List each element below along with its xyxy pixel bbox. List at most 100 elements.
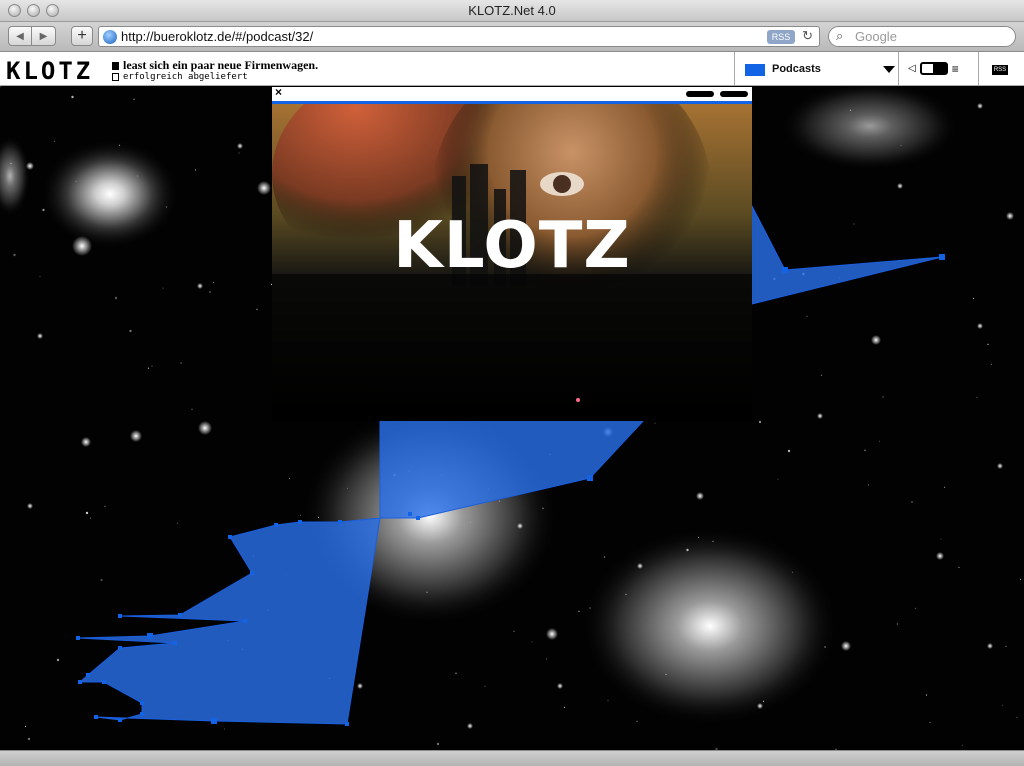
star xyxy=(75,180,77,182)
reload-icon[interactable]: ↻ xyxy=(802,28,813,44)
star xyxy=(936,552,944,560)
star xyxy=(484,685,486,687)
close-icon[interactable]: × xyxy=(275,85,282,99)
window-title: KLOTZ.Net 4.0 xyxy=(468,3,556,18)
star xyxy=(469,521,472,523)
polygon-node[interactable] xyxy=(298,520,302,524)
star xyxy=(299,514,302,516)
polygon-node[interactable] xyxy=(76,636,80,640)
star xyxy=(13,253,16,257)
polygon-node[interactable] xyxy=(118,718,122,722)
polygon-node[interactable] xyxy=(587,475,593,481)
next-button[interactable] xyxy=(720,91,748,97)
star xyxy=(542,507,544,509)
star xyxy=(114,296,118,300)
polygon-node[interactable] xyxy=(118,614,122,618)
star xyxy=(820,374,823,376)
search-field[interactable]: ⌕ Google xyxy=(828,26,1016,47)
rss-button[interactable]: RSS xyxy=(767,30,795,44)
star xyxy=(436,742,440,746)
plus-icon: + xyxy=(77,27,87,44)
polygon-node[interactable] xyxy=(147,633,153,639)
polygon-node[interactable] xyxy=(86,673,90,677)
podcast-popup: × KLOTZ xyxy=(272,85,752,421)
polygon-node[interactable] xyxy=(78,680,82,684)
polygon-node[interactable] xyxy=(140,712,144,716)
back-button[interactable]: ◀ xyxy=(8,26,32,46)
polygon-node[interactable] xyxy=(250,571,254,575)
star xyxy=(546,628,558,640)
podcast-image[interactable]: KLOTZ xyxy=(272,104,752,421)
star xyxy=(757,703,763,709)
star xyxy=(0,86,2,88)
ticker-subline: erfolgreich abgeliefert xyxy=(112,72,248,82)
star xyxy=(357,683,363,689)
star xyxy=(871,335,881,345)
polygon-node[interactable] xyxy=(782,267,788,273)
sound-toggle[interactable] xyxy=(919,62,948,75)
polygon-node[interactable] xyxy=(228,535,232,539)
star xyxy=(531,641,533,643)
polygon-node[interactable] xyxy=(416,516,420,520)
add-bookmark-button[interactable]: + xyxy=(71,26,93,46)
star xyxy=(42,208,45,212)
window-title-bar: KLOTZ.Net 4.0 xyxy=(0,0,1024,22)
star xyxy=(817,413,823,419)
star xyxy=(27,737,31,741)
site-logo[interactable]: KLOTZ xyxy=(6,57,93,85)
star xyxy=(929,721,931,724)
polygon-node[interactable] xyxy=(118,646,122,650)
star xyxy=(517,523,523,529)
star xyxy=(100,578,103,582)
back-arrow-icon: ◀ xyxy=(16,30,24,42)
polygon-node[interactable] xyxy=(408,512,412,516)
star xyxy=(223,728,226,730)
menu-icon[interactable]: ≡ xyxy=(952,63,959,75)
star xyxy=(26,162,34,170)
star xyxy=(180,362,182,364)
polygon-node[interactable] xyxy=(338,520,342,524)
star xyxy=(194,169,197,171)
previous-button[interactable] xyxy=(686,91,714,97)
polygon-node[interactable] xyxy=(243,619,247,623)
star xyxy=(1001,704,1004,707)
polygon-node[interactable] xyxy=(173,641,177,645)
site-header: KLOTZ least sich ein paar neue Firmenwag… xyxy=(0,52,1024,86)
polygon-node[interactable] xyxy=(178,613,182,617)
star xyxy=(943,486,946,488)
star xyxy=(696,492,704,500)
star xyxy=(545,658,548,660)
star xyxy=(498,500,501,502)
polygon-node[interactable] xyxy=(345,722,349,726)
star xyxy=(607,699,609,702)
url-text: http://bueroklotz.de/#/podcast/32/ xyxy=(121,29,314,44)
star xyxy=(654,422,656,424)
star xyxy=(467,723,473,729)
polygon-node[interactable] xyxy=(939,254,945,260)
star xyxy=(686,548,689,552)
ticker-headline[interactable]: least sich ein paar neue Firmenwagen. xyxy=(112,58,318,73)
star xyxy=(147,367,150,369)
star xyxy=(191,408,193,410)
star xyxy=(256,308,258,310)
site-rss-button[interactable]: RSS xyxy=(992,65,1008,75)
category-dropdown[interactable]: Podcasts xyxy=(745,62,895,78)
polygon-node[interactable] xyxy=(211,718,217,724)
polygon-node[interactable] xyxy=(140,701,144,705)
document-icon xyxy=(112,62,119,71)
category-label: Podcasts xyxy=(772,63,821,75)
star xyxy=(589,607,591,609)
star xyxy=(787,449,791,453)
polygon-node[interactable] xyxy=(94,715,98,719)
star xyxy=(129,329,132,333)
star xyxy=(625,593,627,595)
polygon-node[interactable] xyxy=(102,680,106,684)
polygon-node[interactable] xyxy=(274,523,278,527)
star xyxy=(977,323,983,329)
forward-button[interactable]: ▶ xyxy=(32,26,56,46)
star xyxy=(1019,578,1022,580)
address-bar[interactable]: http://bueroklotz.de/#/podcast/32/ RSS ↻ xyxy=(98,26,820,47)
star xyxy=(603,556,606,558)
star xyxy=(758,420,762,424)
star xyxy=(977,103,983,109)
